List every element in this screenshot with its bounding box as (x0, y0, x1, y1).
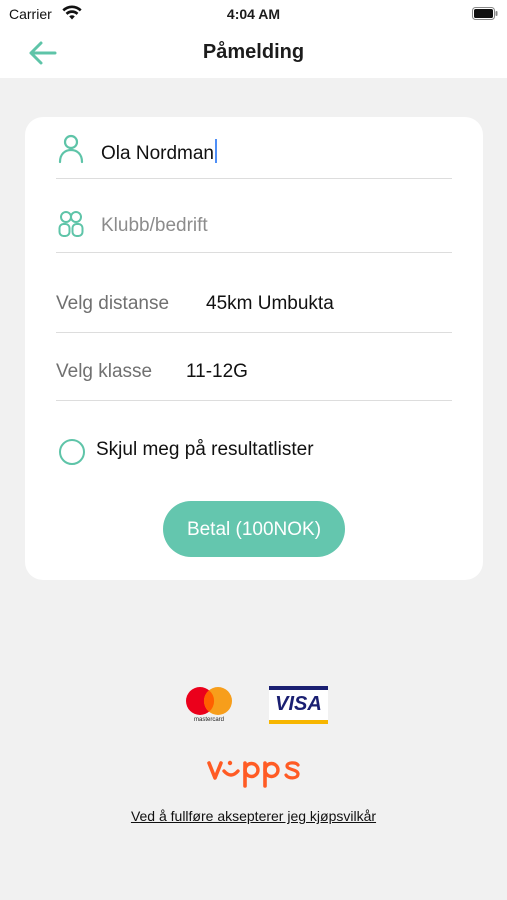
class-label: Velg klasse (56, 361, 153, 382)
vipps-logo: vipps (207, 754, 302, 790)
name-input[interactable]: Ola Nordman (101, 139, 217, 165)
mastercard-circles-icon (186, 687, 232, 715)
status-bar: Carrier 4:04 AM (0, 0, 507, 28)
mastercard-text: mastercard (193, 717, 224, 723)
battery-icon (472, 7, 498, 20)
name-field-row[interactable]: Ola Nordman (56, 117, 452, 179)
pay-button[interactable]: Betal (100NOK) (163, 501, 345, 557)
distance-select-row[interactable]: Velg distanse 45km Umbukta (56, 253, 452, 333)
hide-results-label: Skjul meg på resultatlister (96, 439, 314, 460)
mastercard-logo: mastercard (185, 686, 233, 726)
hide-results-radio[interactable] (59, 439, 85, 465)
page-title: Påmelding (202, 41, 305, 63)
name-value: Ola Nordman (101, 143, 214, 164)
club-field-row[interactable]: Klubb/bedrift (56, 179, 452, 253)
text-cursor (215, 139, 217, 163)
distance-value[interactable]: 45km Umbukta (206, 293, 334, 315)
vipps-wordmark-icon (207, 760, 300, 788)
hide-from-results-option[interactable]: Skjul meg på resultatlister (57, 437, 417, 465)
group-icon (58, 211, 84, 237)
class-value[interactable]: 11-12G (186, 361, 248, 383)
visa-top-stripe (269, 686, 328, 690)
class-select-row[interactable]: Velg klasse 11-12G (56, 333, 452, 401)
registration-form-card: Ola Nordman Klubb/bedrift Velg distanse … (25, 117, 483, 580)
nav-bar: Påmelding (0, 28, 507, 78)
distance-label: Velg distanse (56, 293, 170, 314)
person-icon (58, 134, 84, 164)
terms-link[interactable]: Ved å fullføre aksepterer jeg kjøpsvilkå… (0, 808, 507, 824)
clock: 4:04 AM (226, 6, 281, 22)
club-input[interactable]: Klubb/bedrift (101, 215, 208, 237)
visa-bottom-stripe (269, 720, 328, 724)
visa-text: VISA (275, 693, 322, 715)
visa-logo: VISA (269, 686, 328, 724)
